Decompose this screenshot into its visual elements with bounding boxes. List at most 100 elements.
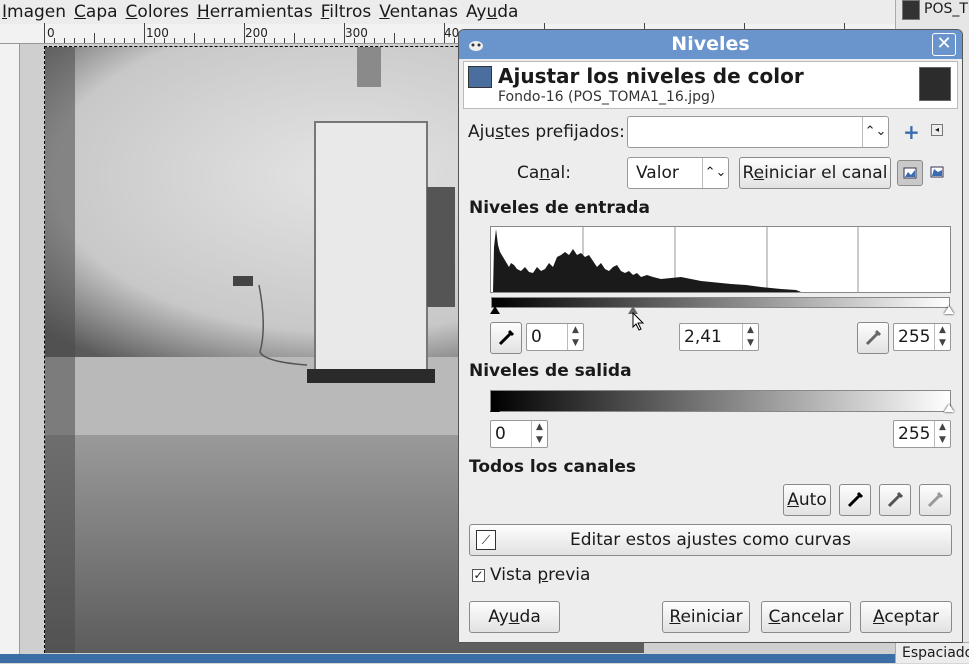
curves-icon: ⟋ xyxy=(476,530,496,550)
ruler-tick xyxy=(394,33,395,43)
layer-thumbnail xyxy=(919,67,951,101)
ruler-tick xyxy=(174,38,175,43)
log-histogram-button[interactable] xyxy=(925,160,951,186)
reset-button[interactable]: Reiniciar xyxy=(662,601,750,633)
menu-capa[interactable]: Capa xyxy=(72,1,124,23)
ruler-tick xyxy=(354,38,355,43)
dialog-title: Niveles xyxy=(671,33,750,55)
ruler-tick xyxy=(184,38,185,43)
ruler-tick xyxy=(334,38,335,43)
ruler-tick xyxy=(344,23,345,43)
edit-as-curves-button[interactable]: ⟋ Editar estos ajustes como curvas xyxy=(469,524,952,556)
input-gamma-spin[interactable]: 2,41 ▲ ▼ xyxy=(679,323,759,351)
ruler-tick xyxy=(214,38,215,43)
eyedropper-icon xyxy=(498,329,515,346)
channel-combo[interactable]: Valor ⌃⌄ xyxy=(627,157,729,189)
ruler-tick xyxy=(124,38,125,43)
ruler-tick xyxy=(244,23,245,43)
ruler-tick xyxy=(364,38,365,43)
ruler-tick xyxy=(374,38,375,43)
ruler-tick xyxy=(224,38,225,43)
output-high-handle[interactable] xyxy=(944,404,954,412)
pick-black-button[interactable] xyxy=(839,484,871,516)
eyedropper-gray-icon xyxy=(887,491,904,508)
ruler-tick xyxy=(194,33,195,43)
close-button[interactable]: ✕ xyxy=(932,33,956,56)
white-point-picker[interactable] xyxy=(857,322,889,354)
help-button[interactable]: Ayuda xyxy=(469,601,560,633)
ruler-tick xyxy=(234,38,235,43)
levels-dialog: Niveles ✕ Ajustar los niveles de color F… xyxy=(458,29,963,643)
all-channels-title: Todos los canales xyxy=(469,457,637,477)
levels-icon xyxy=(468,66,492,88)
add-preset-icon[interactable]: + xyxy=(903,122,920,142)
preview-label[interactable]: Vista previa xyxy=(490,565,590,585)
eyedropper-white-icon xyxy=(927,491,944,508)
input-low-spin[interactable]: 0 ▲ ▼ xyxy=(526,323,584,351)
menu-imagen[interactable]: Imagen xyxy=(0,1,72,23)
histogram[interactable] xyxy=(490,226,951,293)
ruler-tick xyxy=(264,38,265,43)
dialog-titlebar[interactable]: Niveles ✕ xyxy=(459,30,962,59)
dock-image-title: POS_T xyxy=(924,1,968,17)
vertical-ruler[interactable] xyxy=(0,44,20,654)
eyedropper-black-icon xyxy=(847,491,864,508)
spin-arrows-icon: ▲ ▼ xyxy=(567,324,583,350)
ruler-tick xyxy=(254,38,255,43)
presets-label: Ajustes prefijados: xyxy=(468,122,625,142)
status-bar xyxy=(0,654,895,663)
ruler-tick xyxy=(444,23,445,43)
header-subtitle: Fondo-16 (POS_TOMA1_16.jpg) xyxy=(498,89,716,105)
menu-ventanas[interactable]: Ventanas xyxy=(377,1,464,23)
ruler-tick xyxy=(404,38,405,43)
dock-spacing-label: Espaciado xyxy=(896,642,969,663)
ruler-tick xyxy=(94,33,95,43)
pick-white-button[interactable] xyxy=(919,484,951,516)
updown-icon: ⌃⌄ xyxy=(862,117,888,147)
output-gradient-bar xyxy=(490,390,951,412)
presets-combo[interactable]: ⌃⌄ xyxy=(627,116,889,148)
reset-channel-button[interactable]: Reiniciar el canal xyxy=(739,157,891,189)
menu-colores[interactable]: Colores xyxy=(124,1,195,23)
ruler-tick xyxy=(434,38,435,43)
linear-histogram-button[interactable] xyxy=(897,160,923,186)
ruler-tick xyxy=(144,23,145,43)
input-high-handle[interactable] xyxy=(944,306,954,314)
auto-button[interactable]: Auto xyxy=(783,484,831,516)
dialog-header: Ajustar los niveles de color Fondo-16 (P… xyxy=(463,61,958,109)
cancel-button[interactable]: Cancelar xyxy=(761,601,851,633)
ruler-tick xyxy=(84,38,85,43)
updown-icon: ⌃⌄ xyxy=(702,158,728,188)
output-low-handle[interactable] xyxy=(490,404,500,412)
ruler-tick xyxy=(304,38,305,43)
input-gradient-bar xyxy=(491,297,950,308)
ruler-label: 40 xyxy=(444,26,460,40)
image-thumbnail[interactable] xyxy=(902,0,920,20)
pick-gray-button[interactable] xyxy=(879,484,911,516)
spin-arrows-icon: ▲ ▼ xyxy=(531,421,547,447)
input-high-spin[interactable]: 255 ▲ ▼ xyxy=(893,323,951,351)
input-levels-title: Niveles de entrada xyxy=(469,198,650,218)
ruler-tick xyxy=(324,38,325,43)
menu-filtros[interactable]: Filtros xyxy=(319,1,378,23)
ruler-tick xyxy=(114,38,115,43)
black-point-picker[interactable] xyxy=(490,322,522,354)
ruler-tick xyxy=(204,38,205,43)
ruler-tick xyxy=(134,38,135,43)
input-low-handle[interactable] xyxy=(490,306,500,314)
menu-herramientas[interactable]: Herramientas xyxy=(195,1,319,23)
log-histogram-icon xyxy=(930,166,944,178)
output-high-spin[interactable]: 255 ▲ ▼ xyxy=(893,420,951,448)
close-icon: ✕ xyxy=(936,33,952,54)
ruler-label: 100 xyxy=(146,26,169,40)
preview-checkbox[interactable]: ✓ xyxy=(472,569,485,582)
menu-ayuda[interactable]: Ayuda xyxy=(464,1,525,23)
ok-button[interactable]: Aceptar xyxy=(860,601,952,633)
output-low-spin[interactable]: 0 ▲ ▼ xyxy=(490,420,548,448)
ruler-tick xyxy=(74,38,75,43)
mouse-cursor-icon xyxy=(632,312,645,331)
spin-arrows-icon: ▲ ▼ xyxy=(934,324,950,350)
preset-menu-icon[interactable]: ◂ xyxy=(931,124,943,136)
ruler-tick xyxy=(384,38,385,43)
output-levels-title: Niveles de salida xyxy=(469,361,632,381)
